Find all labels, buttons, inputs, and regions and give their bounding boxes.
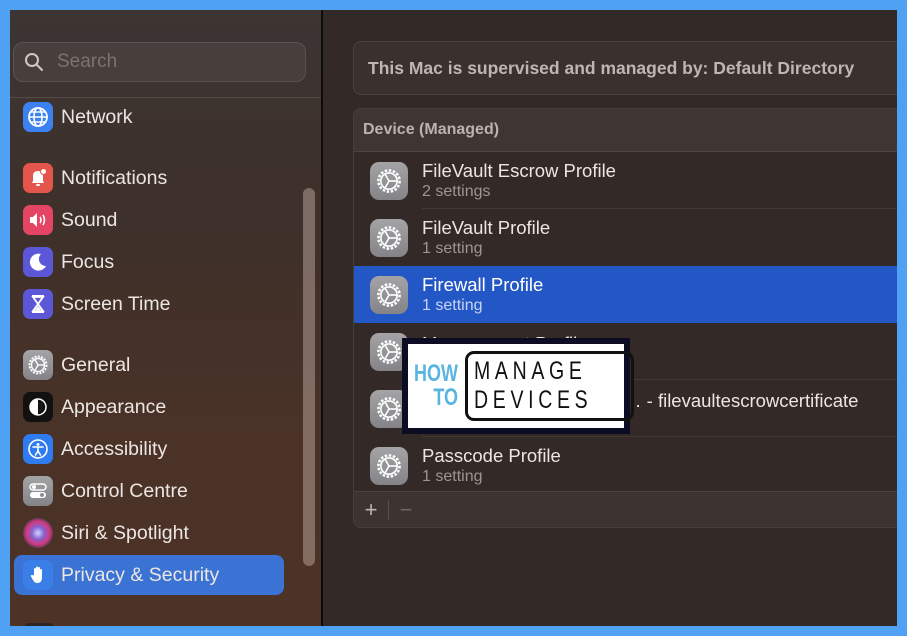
sidebar-item-label: Notifications <box>61 166 168 189</box>
profile-subtitle: 1 setting <box>422 296 483 314</box>
profile-gear-icon <box>370 161 408 200</box>
toggles-icon <box>23 476 53 506</box>
privacy-security-pane: This Mac is supervised and managed by: D… <box>323 10 897 626</box>
hourglass-icon <box>23 289 53 319</box>
sidebar-item-label: Accessibility <box>61 437 168 460</box>
profile-title: Passcode Profile <box>422 444 561 466</box>
sidebar-item-screen-time[interactable]: Screen Time <box>14 284 284 324</box>
profiles-header-label: Device (Managed) <box>363 121 500 138</box>
profile-row[interactable]: Passcode Profile 1 setting <box>354 437 897 494</box>
sidebar-item-label: Network <box>61 105 133 128</box>
speaker-icon <box>23 205 53 235</box>
profile-row[interactable]: FileVault Escrow Profile 2 settings <box>354 152 897 209</box>
profiles-header: Device (Managed) <box>354 109 897 152</box>
supervision-notice: This Mac is supervised and managed by: D… <box>353 41 897 95</box>
globe-icon <box>23 102 53 132</box>
partially-hidden-sidebar-icon <box>24 623 54 626</box>
sidebar-item-label: Siri & Spotlight <box>61 521 189 544</box>
sidebar-item-label: Focus <box>61 250 115 273</box>
profiles-list: Device (Managed) FileVault Escrow Profil… <box>353 108 897 528</box>
system-settings-window: Network Notifications Sound Focus Screen <box>10 10 897 626</box>
sidebar-scrollbar[interactable] <box>303 188 315 566</box>
search-icon <box>25 53 43 71</box>
profile-row[interactable]: FileVault Profile 1 setting <box>354 209 897 266</box>
profiles-footer: + − <box>354 491 897 527</box>
watermark-box: MANAGE DEVICES <box>464 351 635 421</box>
sidebar-item-label: Sound <box>61 208 118 231</box>
sidebar-item-focus[interactable]: Focus <box>14 242 284 282</box>
watermark-how: HOW <box>414 360 458 387</box>
sidebar-item-accessibility[interactable]: Accessibility <box>14 429 284 469</box>
sidebar-item-privacy-security[interactable]: Privacy & Security <box>14 555 284 595</box>
sidebar-item-network[interactable]: Network <box>14 97 284 137</box>
profile-title: FileVault Profile <box>422 216 551 238</box>
profile-title: … - filevaultescrowcertificate <box>623 389 859 411</box>
search-input[interactable] <box>55 50 279 74</box>
sidebar: Network Notifications Sound Focus Screen <box>10 10 321 626</box>
appearance-icon <box>23 392 53 422</box>
search-field[interactable] <box>13 42 306 82</box>
sidebar-item-siri-spotlight[interactable]: Siri & Spotlight <box>14 513 284 553</box>
sidebar-item-general[interactable]: General <box>14 345 284 385</box>
profile-row-selected[interactable]: Firewall Profile 1 setting <box>354 266 897 323</box>
profile-gear-icon <box>370 446 408 485</box>
profile-title: Firewall Profile <box>422 273 544 295</box>
sidebar-item-label: Appearance <box>61 395 167 418</box>
watermark-logo: HOW TO MANAGE DEVICES <box>402 338 635 434</box>
profile-gear-icon <box>370 218 408 257</box>
sidebar-item-notifications[interactable]: Notifications <box>14 158 284 198</box>
remove-profile-button[interactable]: − <box>389 495 423 525</box>
siri-icon <box>23 518 53 548</box>
sidebar-item-label: General <box>61 353 131 376</box>
gear-icon <box>23 350 53 380</box>
sidebar-item-label: Screen Time <box>61 292 171 315</box>
profile-subtitle: 1 setting <box>422 467 483 485</box>
add-profile-button[interactable]: + <box>354 495 388 525</box>
sidebar-item-appearance[interactable]: Appearance <box>14 387 284 427</box>
sidebar-item-control-centre[interactable]: Control Centre <box>14 471 284 511</box>
bell-icon <box>23 163 53 193</box>
watermark-to: TO <box>433 384 458 411</box>
supervision-text: This Mac is supervised and managed by: D… <box>368 57 855 78</box>
hand-icon <box>23 560 53 590</box>
watermark-devices: DEVICES <box>473 386 593 414</box>
accessibility-icon <box>23 434 53 464</box>
sidebar-item-sound[interactable]: Sound <box>14 200 284 240</box>
profile-title: FileVault Escrow Profile <box>422 159 616 181</box>
profile-subtitle: 1 setting <box>422 239 483 257</box>
profile-subtitle: 2 settings <box>422 182 491 200</box>
sidebar-item-label: Control Centre <box>61 479 188 502</box>
profile-gear-icon <box>370 275 408 314</box>
watermark-manage: MANAGE <box>473 357 587 385</box>
moon-icon <box>23 247 53 277</box>
sidebar-item-label: Privacy & Security <box>61 563 220 586</box>
